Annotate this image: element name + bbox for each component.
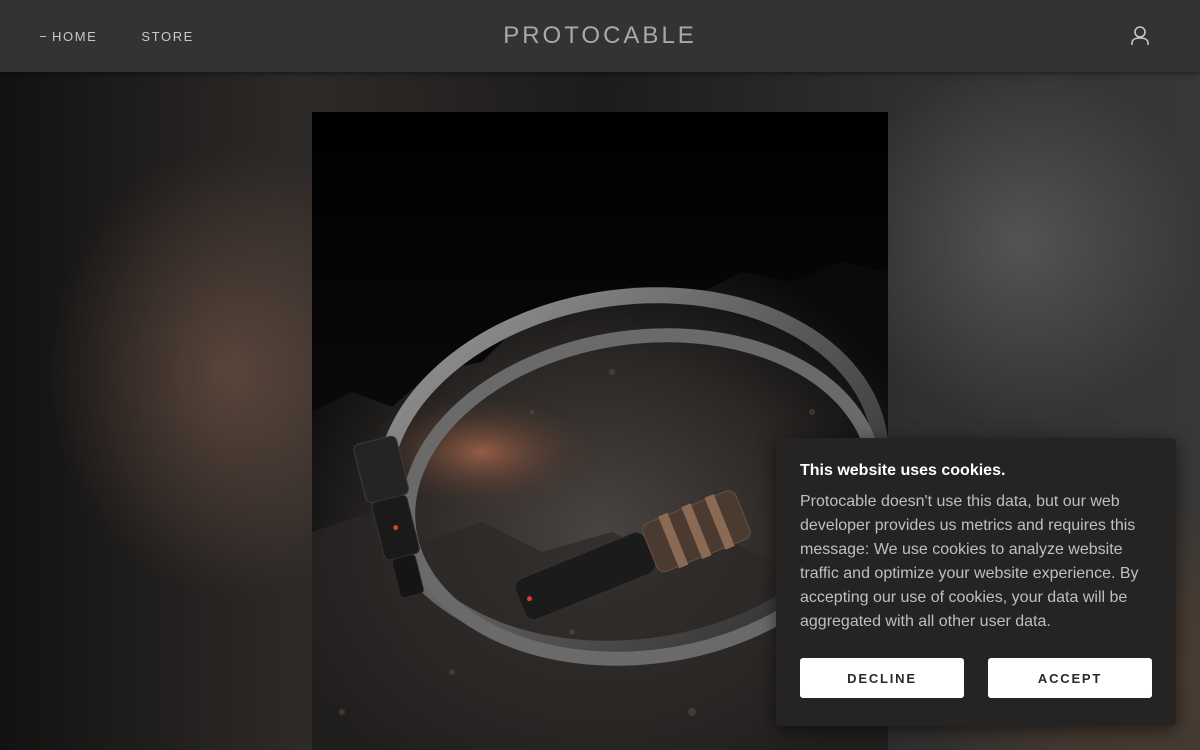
cookie-banner-actions: DECLINE ACCEPT (800, 658, 1152, 698)
accept-button[interactable]: ACCEPT (988, 658, 1152, 698)
brand-logo-text[interactable]: PROTOCABLE (503, 22, 697, 50)
user-icon[interactable] (1128, 24, 1152, 48)
nav-store-link[interactable]: STORE (141, 29, 194, 44)
cookie-banner: This website uses cookies. Protocable do… (776, 438, 1176, 726)
nav-store-label: STORE (141, 28, 194, 44)
site-header: HOME STORE PROTOCABLE (0, 0, 1200, 72)
cookie-banner-message: Protocable doesn't use this data, but ou… (800, 493, 1139, 630)
cookie-banner-title: This website uses cookies. (800, 462, 1006, 479)
nav-home-label: HOME (52, 28, 98, 44)
active-indicator (40, 35, 46, 37)
decline-button[interactable]: DECLINE (800, 658, 964, 698)
user-icon-graphic (1131, 26, 1149, 45)
main-nav: HOME STORE (40, 0, 238, 72)
page: HOME STORE PROTOCABLE This website uses … (0, 0, 1200, 750)
nav-home-link[interactable]: HOME (40, 29, 97, 44)
